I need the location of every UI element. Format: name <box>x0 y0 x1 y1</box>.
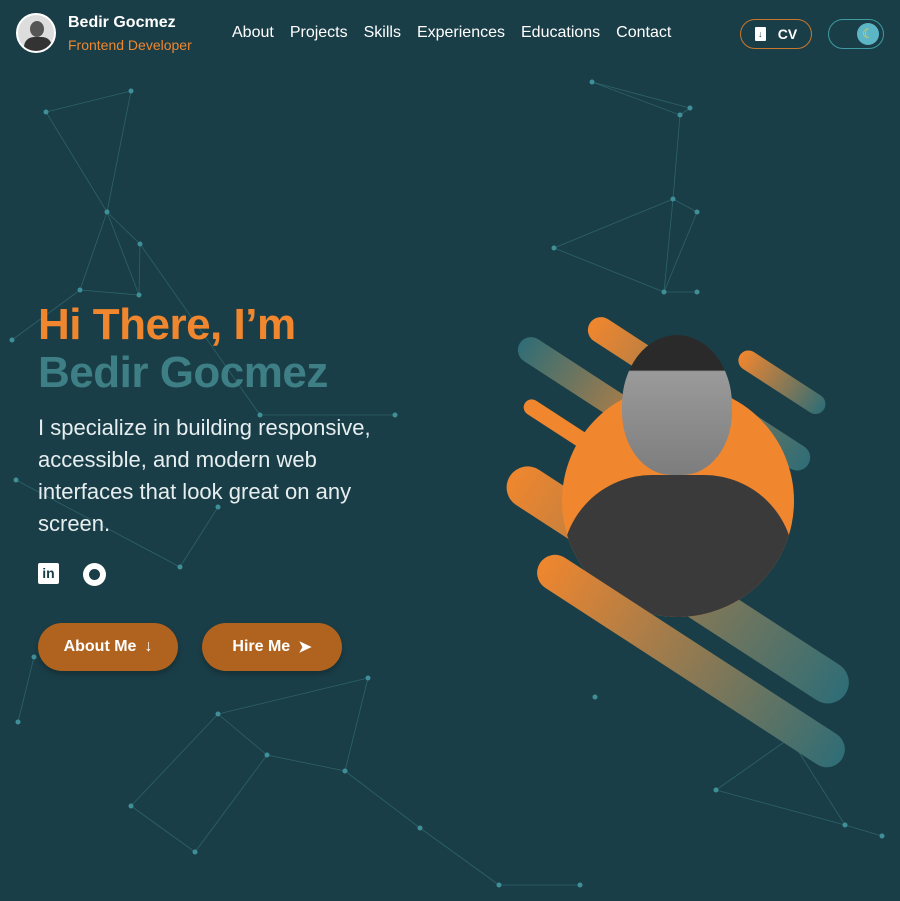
network-line <box>663 211 698 293</box>
network-line <box>79 211 108 291</box>
network-dot <box>417 825 423 831</box>
theme-toggle[interactable]: ☾ <box>828 19 884 49</box>
nav-skills[interactable]: Skills <box>364 24 401 42</box>
hero-name: Bedir Gocmez <box>38 348 328 397</box>
network-dot <box>551 245 557 251</box>
network-line <box>106 90 132 213</box>
network-line <box>138 243 141 296</box>
nav-contact[interactable]: Contact <box>616 24 671 42</box>
social-links: in <box>38 563 106 586</box>
network-line <box>45 90 132 113</box>
network-line <box>17 656 35 723</box>
network-dot <box>104 209 110 215</box>
site-header: Bedir Gocmez Frontend Developer About Pr… <box>0 0 900 68</box>
network-line <box>106 211 141 245</box>
network-dot <box>342 768 348 774</box>
network-line <box>419 827 500 886</box>
network-dot <box>670 196 676 202</box>
network-dot <box>31 654 37 660</box>
profile-photo <box>562 325 794 617</box>
network-line <box>217 713 268 756</box>
network-line <box>130 713 219 807</box>
about-me-button[interactable]: About Me ↓ <box>38 623 178 671</box>
network-dot <box>577 882 583 888</box>
nav-about[interactable]: About <box>232 24 274 42</box>
network-dot <box>192 849 198 855</box>
brand-role: Frontend Developer <box>68 37 192 53</box>
network-line <box>663 198 674 293</box>
network-dot <box>128 803 134 809</box>
network-dot <box>128 88 134 94</box>
network-line <box>844 824 883 837</box>
network-line <box>194 754 268 853</box>
network-dot <box>713 787 719 793</box>
network-dot <box>264 752 270 758</box>
network-line <box>106 211 140 296</box>
network-dot <box>13 477 19 483</box>
network-dot <box>694 289 700 295</box>
network-line <box>217 677 369 715</box>
network-line <box>715 737 791 791</box>
network-dot <box>215 711 221 717</box>
network-line <box>591 81 681 116</box>
linkedin-icon[interactable]: in <box>38 563 59 584</box>
network-dot <box>177 564 183 570</box>
network-line <box>266 754 346 772</box>
network-dot <box>879 833 885 839</box>
network-line <box>45 111 108 213</box>
network-dot <box>842 822 848 828</box>
cv-label: CV <box>777 26 798 42</box>
network-dot <box>77 287 83 293</box>
nav-experiences[interactable]: Experiences <box>417 24 505 42</box>
hire-me-label: Hire Me <box>232 638 291 655</box>
network-dot <box>365 675 371 681</box>
network-line <box>591 81 691 109</box>
network-line <box>553 247 665 293</box>
network-dot <box>15 719 21 725</box>
network-dot <box>589 79 595 85</box>
hero-greeting: Hi There, I’m <box>38 300 296 349</box>
paper-plane-icon: ➤ <box>298 639 312 656</box>
network-dot <box>677 112 683 118</box>
brand-name[interactable]: Bedir Gocmez <box>68 14 176 32</box>
network-dot <box>43 109 49 115</box>
network-line <box>79 289 140 296</box>
nav-educations[interactable]: Educations <box>521 24 600 42</box>
network-dot <box>137 241 143 247</box>
cv-download-button[interactable]: ↓ CV <box>740 19 812 49</box>
network-line <box>672 198 698 213</box>
network-dot <box>592 694 598 700</box>
hero-description: I specialize in building responsive, acc… <box>38 415 371 536</box>
network-dot <box>687 105 693 111</box>
network-line <box>130 805 196 853</box>
network-dot <box>694 209 700 215</box>
main-nav: About Projects Skills Experiences Educat… <box>232 24 671 42</box>
nav-projects[interactable]: Projects <box>290 24 348 42</box>
file-download-icon: ↓ <box>754 27 766 41</box>
about-me-label: About Me <box>63 638 137 655</box>
avatar[interactable] <box>16 13 56 53</box>
hero-illustration <box>498 300 870 775</box>
network-dot <box>9 337 15 343</box>
network-dot <box>496 882 502 888</box>
network-dot <box>661 289 667 295</box>
moon-icon: ☾ <box>857 23 879 45</box>
network-dot <box>136 292 142 298</box>
network-line <box>672 114 681 200</box>
network-line <box>553 198 674 249</box>
hire-me-button[interactable]: Hire Me ➤ <box>202 623 342 671</box>
network-line <box>344 770 421 829</box>
network-line <box>344 677 369 772</box>
network-line <box>715 789 846 826</box>
arrow-down-icon: ↓ <box>144 638 153 655</box>
github-icon[interactable] <box>83 563 106 586</box>
